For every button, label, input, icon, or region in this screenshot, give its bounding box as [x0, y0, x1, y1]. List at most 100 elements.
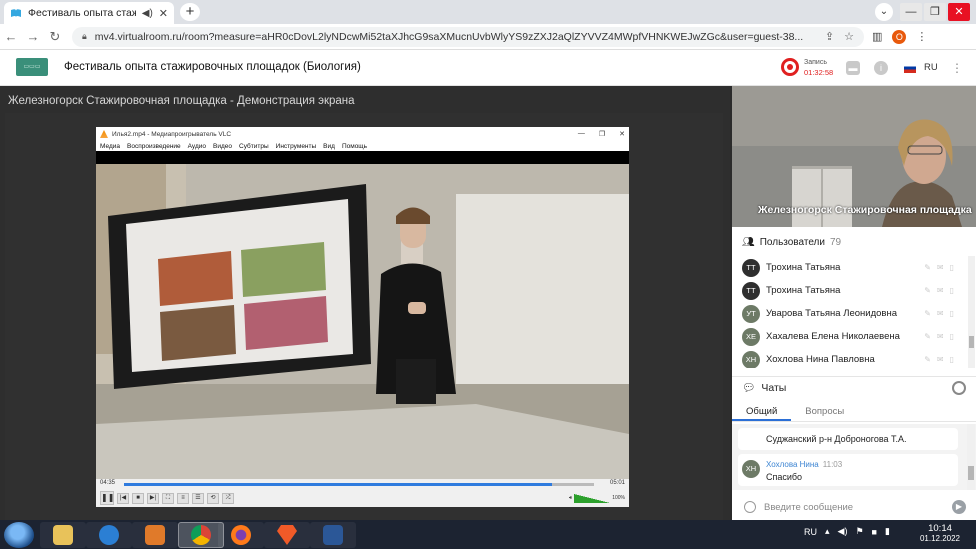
mic-camera-icons: ✎✉▯ [924, 309, 960, 318]
chat-message: ХН Хохлова Нина 11:03 Спасибо [738, 454, 958, 486]
volume-slider[interactable] [574, 493, 611, 503]
users-scrollbar[interactable] [968, 256, 975, 368]
forward-icon[interactable]: → [22, 29, 44, 44]
chat-scrollbar[interactable] [967, 424, 975, 490]
fullscreen-icon[interactable]: ⛶ [162, 492, 174, 504]
flag-icon[interactable]: ⚑ [855, 526, 863, 537]
folder-icon [53, 525, 73, 545]
vlc-seek-track[interactable] [124, 483, 594, 486]
volume-control[interactable]: 🔊︎ 100% [569, 493, 625, 503]
list-item[interactable]: УТ Уварова Татьяна Леонидовна ✎✉▯ [732, 302, 968, 325]
vlc-window: Илья2.mp4 - Медиапроигрыватель VLC — ❐ ✕… [96, 127, 629, 507]
info-icon[interactable]: i [874, 61, 888, 75]
back-icon[interactable]: ← [0, 29, 22, 44]
browser-tab[interactable]: Фестиваль опыта стажировс ◀) ✕ [4, 2, 174, 24]
next-icon[interactable]: ▶| [147, 492, 159, 504]
vlc-menu-view[interactable]: Вид [323, 143, 335, 150]
menu-icon[interactable]: ⋮ [951, 61, 963, 75]
url-text: mv4.virtualroom.ru/room?measure=aHR0cDov… [94, 30, 804, 43]
volume-icon[interactable]: 🔊︎ [569, 495, 572, 501]
minimize-button[interactable]: — [900, 3, 922, 21]
stop-icon[interactable]: ■ [132, 492, 144, 504]
vlc-menu-help[interactable]: Помощь [342, 143, 367, 150]
volume-icon[interactable]: ◀) [838, 526, 848, 537]
loop-icon[interactable]: ⟲ [207, 492, 219, 504]
user-list: ТТ Трохина Татьяна ✎✉▯ ТТ Трохина Татьян… [732, 256, 968, 368]
vlc-menu-playback[interactable]: Воспроизведение [127, 143, 181, 150]
user-name: Уварова Татьяна Леонидовна [766, 308, 897, 319]
sidebar-icon[interactable]: ▥ [872, 30, 882, 43]
previous-icon[interactable]: |◀ [117, 492, 129, 504]
vlc-menu-tools[interactable]: Инструменты [276, 143, 317, 150]
reload-icon[interactable]: ↻ [44, 29, 66, 45]
vlc-menu-media[interactable]: Медиа [100, 143, 120, 150]
extended-settings-icon[interactable]: ≡ [177, 492, 189, 504]
restore-button[interactable]: ❐ [924, 3, 946, 21]
lock-icon[interactable]: 🔒︎ [82, 31, 87, 42]
vlc-close-button[interactable]: ✕ [619, 130, 625, 138]
vlc-minimize-button[interactable]: — [578, 130, 585, 138]
bookmark-star-icon[interactable]: ☆ [844, 30, 854, 43]
media-player-app[interactable] [132, 522, 178, 548]
speaker-icon[interactable]: ◀) [142, 8, 153, 19]
users-header[interactable]: 👥︎ Пользователи 79 [732, 234, 976, 250]
ie-app[interactable] [86, 522, 132, 548]
avatar: ТТ [742, 258, 760, 277]
list-item[interactable]: ХЕ Хахалева Елена Николаевена ✎✉▯ [732, 325, 968, 348]
message-author: Хохлова Нина [766, 460, 819, 469]
video-frame[interactable] [96, 164, 629, 479]
network-icon[interactable]: ▮ [885, 526, 890, 537]
folder-icon[interactable]: ▬ [846, 61, 860, 75]
brave-app[interactable] [264, 522, 310, 548]
gear-icon[interactable] [952, 381, 966, 395]
video-scene [96, 164, 629, 479]
playlist-icon[interactable]: ☰ [192, 492, 204, 504]
vlc-seekbar[interactable]: 04:35 05:01 [96, 479, 629, 489]
vlc-menu-subtitles[interactable]: Субтитры [239, 143, 269, 150]
recording-icon[interactable] [781, 58, 799, 76]
language-selector[interactable]: RU [924, 62, 938, 73]
message-input[interactable]: Введите сообщение ▶ [732, 494, 976, 520]
chat-scroll-thumb[interactable] [968, 466, 974, 480]
user-name: Хахалева Елена Николаевена [766, 331, 900, 342]
message-placeholder: Введите сообщение [764, 501, 854, 513]
profile-avatar[interactable]: О [892, 29, 907, 44]
close-window-button[interactable]: ✕ [948, 3, 970, 21]
security-icon[interactable]: ■ [872, 527, 877, 537]
tab-questions[interactable]: Вопросы [791, 402, 858, 421]
url-input[interactable]: 🔒︎ mv4.virtualroom.ru/room?measure=aHR0c… [72, 26, 864, 47]
menu-icon[interactable]: ⋮ [916, 30, 927, 43]
close-tab-icon[interactable]: ✕ [159, 7, 168, 20]
taskbar: RU ▴ ◀) ⚑ ■ ▮ 10:14 01.12.2022 [0, 520, 976, 549]
pause-icon[interactable]: ❚❚ [100, 491, 114, 505]
vlc-total-time: 05:01 [609, 480, 625, 486]
chat-messages: Суджанский р-н Доброногова Т.А. ХН Хохло… [732, 424, 976, 490]
list-item[interactable]: ТТ Трохина Татьяна ✎✉▯ [732, 256, 968, 279]
vlc-menu-audio[interactable]: Аудио [188, 143, 206, 150]
show-hidden-icons-icon[interactable]: ▴ [825, 526, 830, 537]
list-item[interactable]: ХН Хохлова Нина Павловна ✎✉▯ [732, 348, 968, 368]
new-tab-button[interactable]: + [180, 3, 200, 21]
mic-camera-icons: ✎✉▯ [924, 355, 960, 364]
emoji-icon[interactable] [744, 501, 756, 513]
internet-explorer-icon [99, 525, 119, 545]
start-button[interactable] [4, 522, 34, 548]
webcam-tile[interactable]: Железногорск Стажировочная площадка [732, 86, 976, 227]
firefox-app[interactable] [218, 522, 264, 548]
tab-general[interactable]: Общий [732, 402, 792, 421]
share-icon[interactable]: ⇪ [825, 30, 834, 43]
word-app[interactable] [310, 522, 356, 548]
clock[interactable]: 10:14 01.12.2022 [918, 523, 962, 543]
keyboard-language[interactable]: RU [804, 527, 817, 537]
flag-icon[interactable] [904, 63, 916, 73]
send-icon[interactable]: ▶ [952, 500, 966, 514]
list-item[interactable]: ТТ Трохина Татьяна ✎✉▯ [732, 279, 968, 302]
tab-search-icon[interactable]: ⌄ [875, 3, 893, 21]
chat-tabs: Общий Вопросы [732, 402, 976, 422]
clock-date: 01.12.2022 [919, 534, 961, 543]
users-scroll-thumb[interactable] [969, 336, 974, 348]
explorer-app[interactable] [40, 522, 86, 548]
vlc-menu-video[interactable]: Видео [213, 143, 232, 150]
vlc-maximize-button[interactable]: ❐ [599, 130, 605, 138]
shuffle-icon[interactable]: ⤮ [222, 492, 234, 504]
